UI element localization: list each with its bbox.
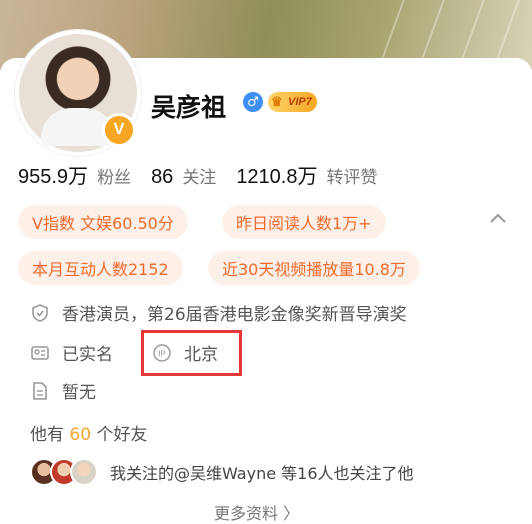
vip-label: VIP7	[288, 96, 312, 108]
tag-v-index[interactable]: V指数 文娱60.50分	[18, 205, 188, 239]
stats-bar: 955.9万 粉丝 86 关注 1210.8万 转评赞	[18, 160, 397, 189]
tag-monthly-interactions[interactable]: 本月互动人数2152	[18, 251, 183, 285]
followers-count[interactable]: 955.9万	[18, 160, 88, 189]
shield-icon	[32, 303, 48, 322]
engagement-count: 1210.8万	[236, 166, 318, 188]
more-info-link[interactable]: 更多资料 〉	[214, 500, 299, 524]
intro-row: 暂无	[30, 378, 96, 403]
engagement-label: 转评赞	[326, 168, 378, 188]
id-card-icon	[31, 345, 49, 360]
chevron-up-icon[interactable]	[489, 210, 507, 228]
friends-count-row[interactable]: 他有 60 个好友	[30, 420, 147, 445]
real-name-row: 已实名	[30, 340, 113, 365]
vip-badge[interactable]: ♛ VIP7	[268, 92, 317, 112]
tag-daily-readers[interactable]: 昨日阅读人数1万+	[222, 205, 386, 239]
real-name-status: 已实名	[62, 345, 113, 365]
highlight-annotation-box	[141, 330, 242, 376]
mutual-follow-text: 我关注的@吴维Wayne 等16人也关注了他	[110, 464, 414, 483]
mutual-follow-row[interactable]: 我关注的@吴维Wayne 等16人也关注了他	[30, 458, 414, 486]
followers-label[interactable]: 粉丝	[97, 163, 131, 188]
tag-video-plays[interactable]: 近30天视频播放量10.8万	[208, 251, 420, 285]
bio-row: 香港演员，第26届香港电影金像奖新晋导演奖	[30, 300, 407, 325]
following-label[interactable]: 关注	[182, 163, 216, 188]
profile-name: 吴彦祖	[151, 93, 227, 122]
document-icon	[33, 381, 47, 400]
friends-suffix: 个好友	[96, 425, 148, 445]
friends-prefix: 他有	[30, 425, 64, 445]
mutual-avatar	[70, 458, 98, 486]
friends-count: 60	[69, 425, 92, 445]
following-count[interactable]: 86	[151, 166, 173, 189]
crown-icon: ♛	[271, 94, 283, 109]
intro-text: 暂无	[62, 383, 96, 403]
gender-male-icon: ♂	[243, 92, 263, 112]
verified-badge-icon: V	[102, 113, 136, 147]
bio-text: 香港演员，第26届香港电影金像奖新晋导演奖	[62, 305, 407, 325]
